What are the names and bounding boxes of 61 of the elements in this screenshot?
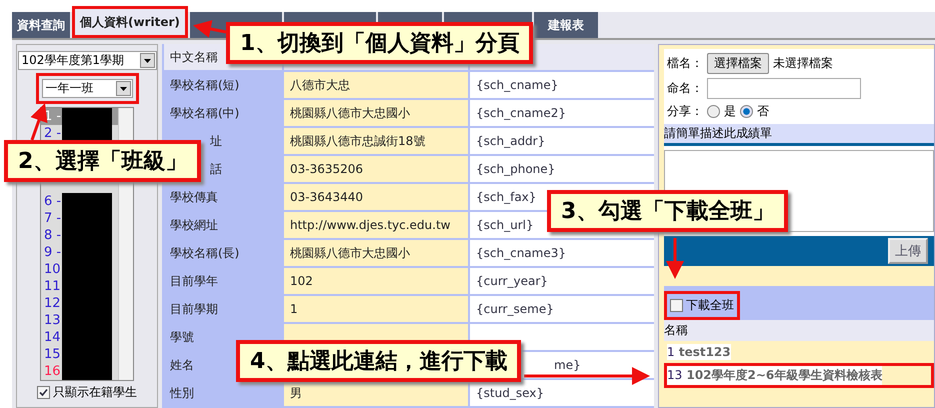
file-label: 檔名： [667, 55, 703, 72]
field-tag: {curr_year} [470, 268, 654, 294]
name-label: 命名： [667, 80, 703, 97]
redacted-name [62, 363, 112, 380]
field-value: 男 [284, 380, 468, 406]
redacted-name [62, 108, 112, 125]
step-tooltip: 1、切換到「個人資料」分頁 [226, 22, 534, 64]
student-item[interactable]: 12 [41, 295, 118, 312]
field-tag: {curr_seme} [470, 296, 654, 322]
file-status: 未選擇檔案 [773, 55, 833, 72]
redacted-name [62, 193, 112, 210]
tab[interactable]: 建報表 [534, 12, 598, 38]
checkbox-label: 只顯示在籍學生 [53, 384, 137, 401]
name-field[interactable] [707, 78, 861, 99]
template-link[interactable]: 13 102學年度2~6年級學生資料檢核表 [667, 366, 882, 385]
field-tag: {sch_addr} [470, 128, 654, 154]
field-value: 八德市大忠 [284, 72, 468, 98]
field-value: 桃園縣八德市大忠國小 [284, 240, 468, 266]
choose-file-button[interactable]: 選擇檔案 [707, 53, 769, 74]
field-tag: {sch_cname3} [470, 240, 654, 266]
column-header: 名稱 [664, 320, 934, 341]
field-value: 桃園縣八德市大忠國小 [284, 100, 468, 126]
student-item[interactable]: 11 [41, 278, 118, 295]
field-tag: {stud_sex} [470, 380, 654, 406]
step-tooltip: 2、選擇「班級」 [4, 140, 202, 182]
student-item[interactable]: 8 - [41, 227, 118, 244]
radio-label: 是 [724, 103, 736, 120]
template-link[interactable]: 1 test123 [667, 344, 731, 360]
tab[interactable]: 資料查詢 [12, 12, 70, 38]
step-tooltip: 4、點選此連結，進行下載 [236, 340, 522, 382]
field-value: 1 [284, 296, 468, 322]
student-item[interactable]: 7 - [41, 210, 118, 227]
field-value: 桃園縣八德市忠誠街18號 [284, 128, 468, 154]
student-item[interactable]: 14 [41, 329, 118, 346]
checkbox[interactable] [37, 386, 50, 399]
description-header: 請簡單描述此成績單 [664, 124, 934, 146]
field-value: http://www.djes.tyc.edu.tw [284, 212, 468, 238]
field-value: 102 [284, 268, 468, 294]
field-tag: {sch_phone} [470, 156, 654, 182]
dropdown-caret-icon [140, 53, 154, 68]
semester-select[interactable]: 102學年度第1學期 [18, 51, 156, 70]
step-tooltip: 3、勾選「下載全班」 [547, 190, 788, 232]
share-label: 分享： [667, 103, 703, 120]
upload-button[interactable]: 上傳 [888, 238, 928, 264]
student-item[interactable]: 9 - [41, 244, 118, 261]
field-value: 03-3635206 [284, 156, 468, 182]
radio-button[interactable] [740, 105, 753, 118]
student-item[interactable]: 15 [41, 346, 118, 363]
tab[interactable]: 個人資料(writer) [75, 9, 185, 35]
field-tag: {sch_cname2} [470, 100, 654, 126]
checkbox[interactable] [670, 299, 683, 312]
student-item[interactable]: 10 [41, 261, 118, 278]
class-select[interactable]: 一年一班 [42, 79, 132, 98]
radio-label: 否 [757, 103, 769, 120]
field-tag: {sch_cname} [470, 72, 654, 98]
dropdown-caret-icon [116, 81, 130, 96]
radio-button[interactable] [707, 105, 720, 118]
student-item[interactable]: 13 [41, 312, 118, 329]
student-item[interactable]: 6 - [41, 193, 118, 210]
field-value: 03-3643440 [284, 184, 468, 210]
checkbox-label: 下載全班 [686, 297, 734, 314]
